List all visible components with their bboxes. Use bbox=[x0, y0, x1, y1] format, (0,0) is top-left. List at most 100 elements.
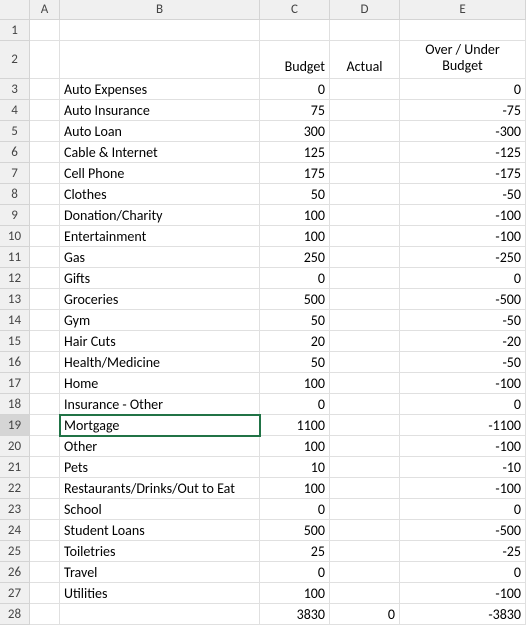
spreadsheet-grid[interactable]: ABCDE12BudgetActualOver / Under Budget3A… bbox=[0, 0, 526, 625]
budget-cell[interactable]: 125 bbox=[260, 142, 330, 163]
row-header[interactable]: 4 bbox=[0, 100, 30, 121]
overunder-cell[interactable]: -50 bbox=[400, 352, 526, 373]
row-header[interactable]: 23 bbox=[0, 499, 30, 520]
overunder-cell[interactable]: -250 bbox=[400, 247, 526, 268]
actual-cell[interactable] bbox=[330, 226, 400, 247]
budget-cell[interactable]: 100 bbox=[260, 226, 330, 247]
actual-cell[interactable] bbox=[330, 331, 400, 352]
overunder-cell[interactable]: 0 bbox=[400, 562, 526, 583]
cell[interactable] bbox=[30, 142, 60, 163]
category-cell[interactable]: Cable & Internet bbox=[60, 142, 260, 163]
actual-cell[interactable] bbox=[330, 310, 400, 331]
cell[interactable] bbox=[30, 100, 60, 121]
cell[interactable] bbox=[60, 20, 260, 41]
budget-cell[interactable]: 175 bbox=[260, 163, 330, 184]
header-actual[interactable]: Actual bbox=[330, 41, 400, 79]
row-header[interactable]: 26 bbox=[0, 562, 30, 583]
cell[interactable] bbox=[30, 499, 60, 520]
cell[interactable] bbox=[30, 268, 60, 289]
category-cell[interactable]: Home bbox=[60, 373, 260, 394]
cell[interactable] bbox=[30, 583, 60, 604]
row-header[interactable]: 16 bbox=[0, 352, 30, 373]
actual-cell[interactable] bbox=[330, 373, 400, 394]
row-header[interactable]: 27 bbox=[0, 583, 30, 604]
actual-cell[interactable] bbox=[330, 289, 400, 310]
cell[interactable] bbox=[30, 457, 60, 478]
category-cell[interactable]: Donation/Charity bbox=[60, 205, 260, 226]
cell[interactable] bbox=[30, 184, 60, 205]
row-header[interactable]: 14 bbox=[0, 310, 30, 331]
overunder-cell[interactable]: 0 bbox=[400, 79, 526, 100]
budget-cell[interactable]: 100 bbox=[260, 373, 330, 394]
overunder-cell[interactable]: -500 bbox=[400, 520, 526, 541]
budget-cell[interactable]: 50 bbox=[260, 184, 330, 205]
row-header[interactable]: 17 bbox=[0, 373, 30, 394]
category-cell[interactable]: Utilities bbox=[60, 583, 260, 604]
cell[interactable] bbox=[30, 478, 60, 499]
category-cell[interactable]: Cell Phone bbox=[60, 163, 260, 184]
actual-cell[interactable] bbox=[330, 541, 400, 562]
budget-cell[interactable]: 75 bbox=[260, 100, 330, 121]
actual-cell[interactable] bbox=[330, 268, 400, 289]
actual-cell[interactable] bbox=[330, 100, 400, 121]
budget-cell[interactable]: 50 bbox=[260, 310, 330, 331]
row-header[interactable]: 19 bbox=[0, 415, 30, 436]
budget-cell[interactable]: 0 bbox=[260, 79, 330, 100]
budget-cell[interactable]: 100 bbox=[260, 478, 330, 499]
cell[interactable] bbox=[30, 541, 60, 562]
category-cell[interactable]: Clothes bbox=[60, 184, 260, 205]
category-cell[interactable]: Gym bbox=[60, 310, 260, 331]
overunder-cell[interactable]: -100 bbox=[400, 205, 526, 226]
overunder-cell[interactable]: -20 bbox=[400, 331, 526, 352]
select-all-corner[interactable] bbox=[0, 0, 30, 20]
overunder-cell[interactable]: -175 bbox=[400, 163, 526, 184]
budget-cell[interactable]: 100 bbox=[260, 205, 330, 226]
overunder-cell[interactable]: -1100 bbox=[400, 415, 526, 436]
budget-cell[interactable]: 250 bbox=[260, 247, 330, 268]
overunder-cell[interactable]: -50 bbox=[400, 310, 526, 331]
cell[interactable] bbox=[30, 331, 60, 352]
row-header[interactable]: 21 bbox=[0, 457, 30, 478]
budget-cell[interactable]: 100 bbox=[260, 436, 330, 457]
category-cell[interactable]: Health/Medicine bbox=[60, 352, 260, 373]
category-cell[interactable]: Entertainment bbox=[60, 226, 260, 247]
column-header-e[interactable]: E bbox=[400, 0, 526, 20]
cell[interactable] bbox=[30, 520, 60, 541]
actual-cell[interactable] bbox=[330, 352, 400, 373]
actual-cell[interactable] bbox=[330, 457, 400, 478]
budget-cell[interactable]: 50 bbox=[260, 352, 330, 373]
cell[interactable] bbox=[30, 289, 60, 310]
overunder-cell[interactable]: -100 bbox=[400, 478, 526, 499]
row-header[interactable]: 25 bbox=[0, 541, 30, 562]
overunder-cell[interactable]: -25 bbox=[400, 541, 526, 562]
category-cell[interactable]: Toiletries bbox=[60, 541, 260, 562]
budget-cell[interactable]: 0 bbox=[260, 499, 330, 520]
cell[interactable] bbox=[30, 310, 60, 331]
actual-cell[interactable] bbox=[330, 163, 400, 184]
budget-cell[interactable]: 1100 bbox=[260, 415, 330, 436]
actual-cell[interactable] bbox=[330, 142, 400, 163]
overunder-cell[interactable]: 0 bbox=[400, 499, 526, 520]
cell[interactable] bbox=[400, 20, 526, 41]
category-cell[interactable]: Travel bbox=[60, 562, 260, 583]
category-cell[interactable]: Student Loans bbox=[60, 520, 260, 541]
row-header[interactable]: 5 bbox=[0, 121, 30, 142]
budget-cell[interactable]: 300 bbox=[260, 121, 330, 142]
overunder-cell[interactable]: -50 bbox=[400, 184, 526, 205]
cell[interactable] bbox=[30, 247, 60, 268]
overunder-cell[interactable]: 0 bbox=[400, 394, 526, 415]
actual-cell[interactable] bbox=[330, 499, 400, 520]
overunder-cell[interactable]: -100 bbox=[400, 436, 526, 457]
actual-cell[interactable] bbox=[330, 436, 400, 457]
category-cell[interactable]: Other bbox=[60, 436, 260, 457]
cell[interactable] bbox=[30, 163, 60, 184]
budget-cell[interactable]: 100 bbox=[260, 583, 330, 604]
category-cell[interactable]: Restaurants/Drinks/Out to Eat bbox=[60, 478, 260, 499]
category-cell[interactable]: Auto Loan bbox=[60, 121, 260, 142]
category-cell[interactable]: Mortgage bbox=[60, 415, 260, 436]
actual-cell[interactable] bbox=[330, 478, 400, 499]
overunder-cell[interactable]: -100 bbox=[400, 373, 526, 394]
actual-cell[interactable] bbox=[330, 415, 400, 436]
cell[interactable] bbox=[30, 41, 60, 79]
actual-cell[interactable] bbox=[330, 583, 400, 604]
